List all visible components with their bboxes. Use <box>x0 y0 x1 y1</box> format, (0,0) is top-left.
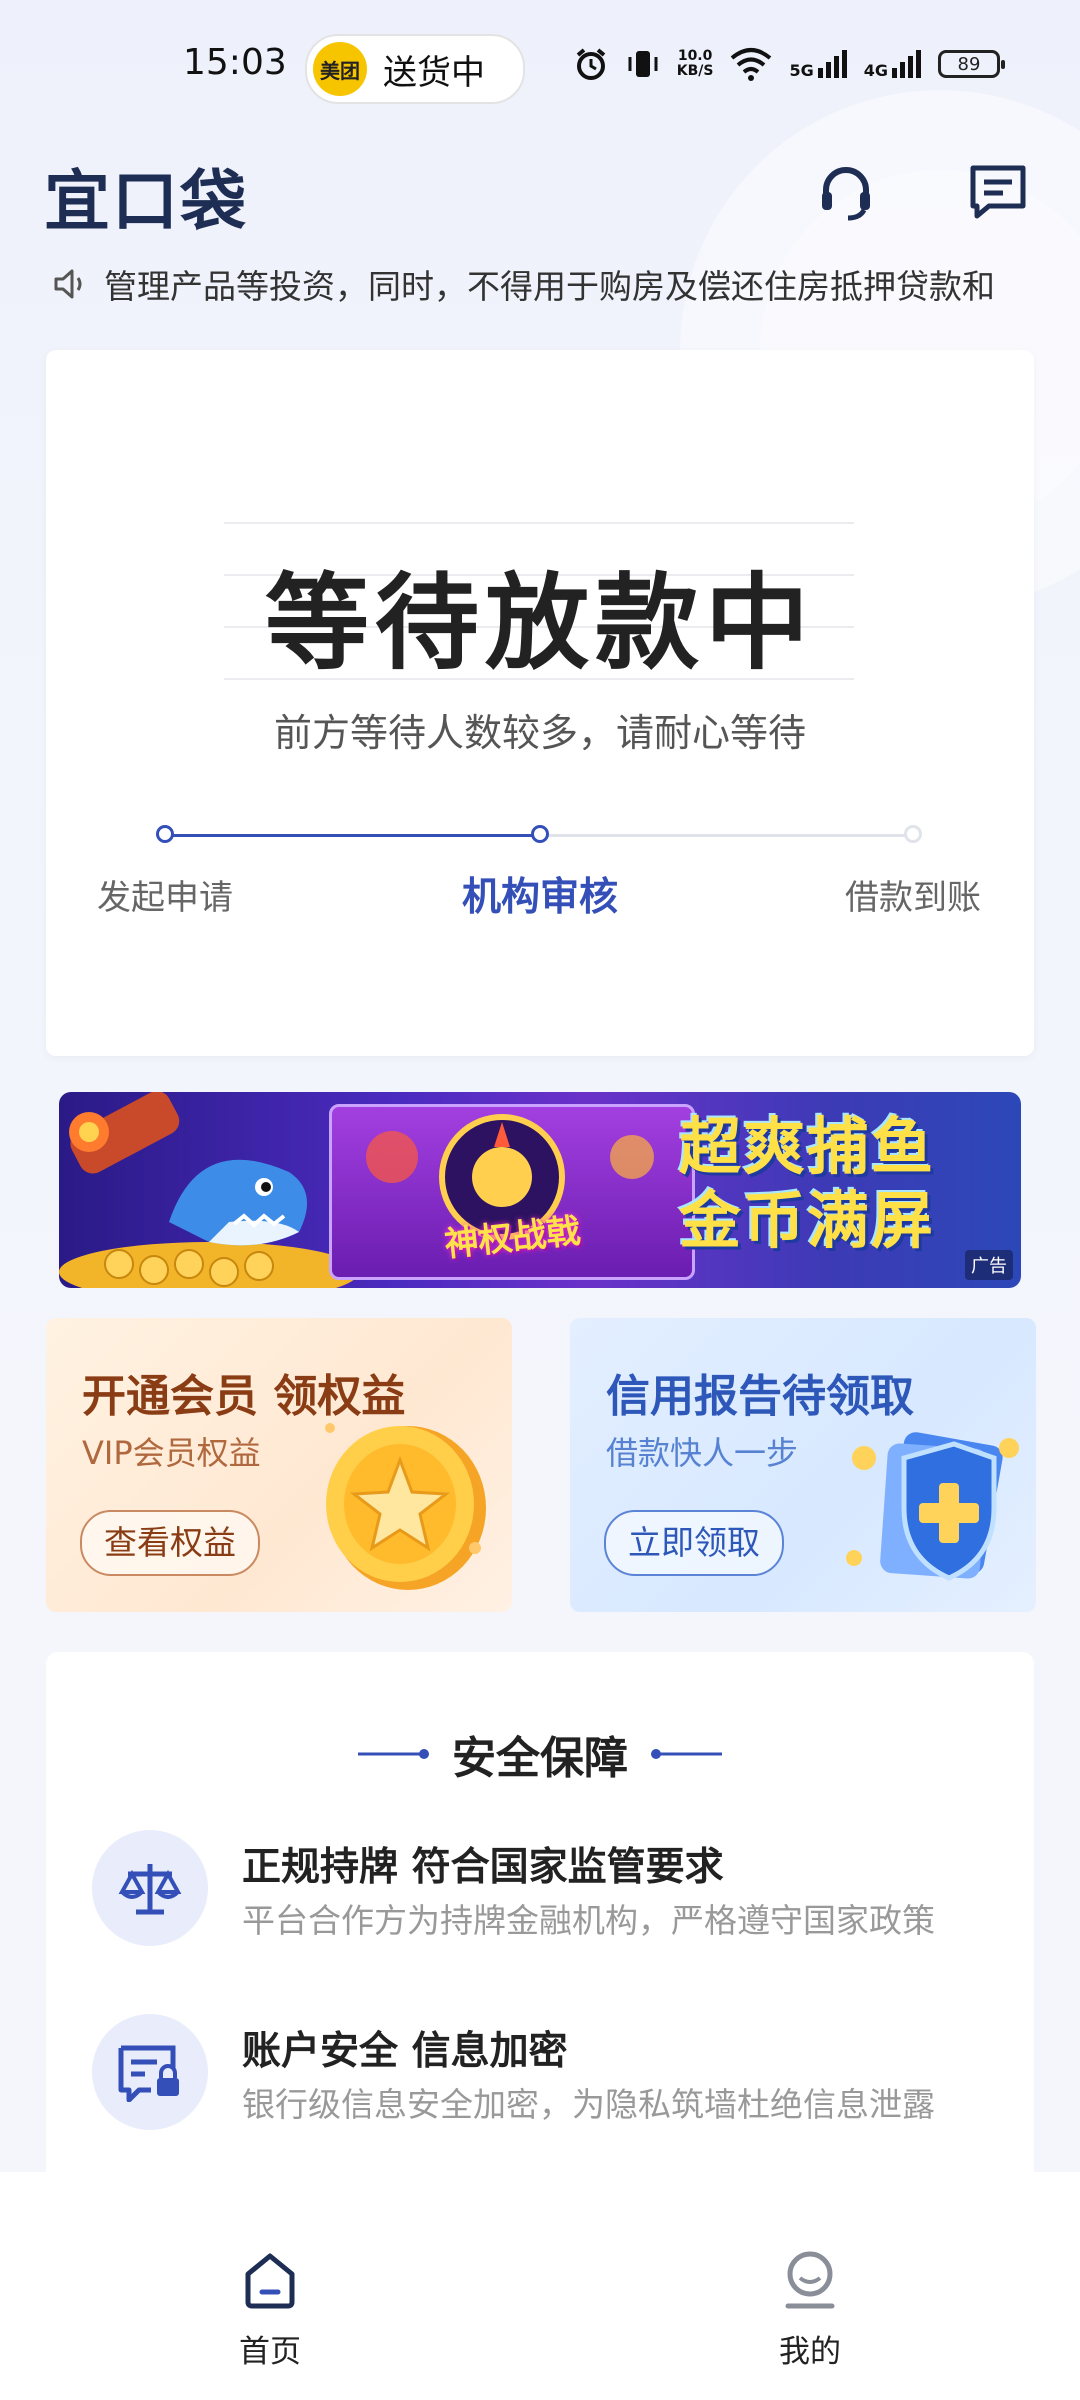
signal-5g-label: 5G <box>789 61 814 80</box>
ad-game-panel: 神权战戟 <box>329 1104 695 1280</box>
delivery-status-pill[interactable]: 美团 送货中 <box>305 34 525 104</box>
scale-icon <box>118 1864 182 1915</box>
security-item-licensed: 正规持牌 符合国家监管要求 平台合作方为持牌金融机构，严格遵守国家政策 <box>92 1830 992 1950</box>
customer-service-button[interactable] <box>814 160 878 224</box>
nav-profile-label: 我的 <box>779 2334 841 2370</box>
progress-dot-step-1 <box>156 825 174 843</box>
progress-dot-step-3 <box>904 825 922 843</box>
meituan-logo: 美团 <box>313 42 367 96</box>
progress-line-pending <box>540 834 913 837</box>
app-screen: 15:03 美团 送货中 10.0 KB/S 5G 4G 89 宜口袋 管理产品… <box>0 0 1080 2400</box>
network-speed-unit: KB/S <box>676 63 714 79</box>
home-icon <box>245 2253 295 2309</box>
ad-title-line-1: 超爽捕鱼 <box>679 1110 936 1183</box>
app-logo: 宜口袋 <box>44 163 248 240</box>
status-bar: 15:03 美团 送货中 10.0 KB/S 5G 4G 89 <box>0 0 1080 140</box>
speaker-icon <box>54 269 82 299</box>
security-title: 安全保障 <box>452 1733 628 1784</box>
loan-status-subtitle: 前方等待人数较多，请耐心等待 <box>273 711 806 755</box>
star-coin-icon <box>325 1423 486 1590</box>
security-header: 安全保障 <box>46 1724 1034 1784</box>
title-deco-left <box>358 1749 429 1759</box>
loan-status-card: 等待放款中 前方等待人数较多，请耐心等待 发起申请 机构审核 借款到账 <box>46 350 1034 1056</box>
loan-progress: 发起申请 机构审核 借款到账 <box>46 810 1034 930</box>
ad-title: 超爽捕鱼 金币满屏 <box>679 1110 935 1258</box>
title-deco-right <box>651 1749 722 1759</box>
ad-label: 广告 <box>965 1250 1013 1280</box>
network-speed-value: 10.0 <box>677 48 713 64</box>
secure-id-icon <box>118 2045 179 2102</box>
network-speed: 10.0 KB/S <box>677 49 714 79</box>
ad-banner[interactable]: 神权战戟 超爽捕鱼 金币满屏 广告 <box>59 1092 1021 1288</box>
secure-id-icon-wrap <box>92 2014 208 2130</box>
progress-dot-step-2 <box>531 825 549 843</box>
messages-button[interactable] <box>966 160 1030 224</box>
vip-promo-card[interactable]: 开通会员 领权益 VIP会员权益 查看权益 <box>46 1318 512 1612</box>
notice-text: 管理产品等投资，同时，不得用于购房及偿还住房抵押贷款和 <box>104 267 995 306</box>
security-item-desc: 平台合作方为持牌金融机构，严格遵守国家政策 <box>242 1901 935 1940</box>
battery-indicator: 89 <box>938 50 1005 78</box>
alarm-icon <box>576 48 606 80</box>
vip-promo-subtitle: VIP会员权益 <box>82 1434 261 1472</box>
ad-title-line-2: 金币满屏 <box>679 1184 936 1257</box>
delivery-status-text: 送货中 <box>383 52 485 93</box>
claim-report-button[interactable]: 立即领取 <box>604 1510 784 1576</box>
nav-profile[interactable]: 我的 <box>710 2250 910 2371</box>
status-time: 15:03 <box>183 42 287 83</box>
headset-icon <box>822 167 870 221</box>
loan-status-title: 等待放款中 <box>264 562 815 684</box>
security-item-encryption: 账户安全 信息加密 银行级信息安全加密，为隐私筑墙杜绝信息泄露 <box>92 2014 992 2134</box>
nav-home[interactable]: 首页 <box>170 2250 370 2371</box>
progress-step-apply: 发起申请 <box>97 878 233 918</box>
signal-bars-icon <box>892 50 921 78</box>
nav-home-label: 首页 <box>239 2334 301 2370</box>
security-item-desc: 银行级信息安全加密，为隐私筑墙杜绝信息泄露 <box>242 2085 935 2124</box>
header-actions <box>814 160 1030 224</box>
scale-icon-wrap <box>92 1830 208 1946</box>
progress-line-done <box>165 834 540 837</box>
signal-4g-label: 4G <box>863 61 888 80</box>
view-benefits-button[interactable]: 查看权益 <box>80 1510 260 1576</box>
progress-step-disbursed: 借款到账 <box>845 878 981 918</box>
signal-5g: 5G <box>789 48 847 80</box>
security-item-title: 正规持牌 符合国家监管要求 <box>242 1845 724 1890</box>
status-icons: 10.0 KB/S 5G 4G 89 <box>573 46 1005 82</box>
signal-bars-icon <box>817 50 847 78</box>
security-item-title: 账户安全 信息加密 <box>242 2029 568 2074</box>
credit-promo-subtitle: 借款快人一步 <box>606 1434 799 1472</box>
profile-icon <box>785 2251 835 2309</box>
wifi-icon <box>731 48 772 81</box>
signal-4g: 4G <box>864 48 922 80</box>
progress-step-review: 机构审核 <box>461 875 618 920</box>
credit-report-promo-card[interactable]: 信用报告待领取 借款快人一步 立即领取 <box>570 1318 1036 1612</box>
bottom-navigation: 首页 我的 <box>0 2172 1080 2400</box>
notice-bar[interactable]: 管理产品等投资，同时，不得用于购房及偿还住房抵押贷款和 <box>50 258 1034 310</box>
shield-icon <box>846 1432 1019 1581</box>
message-icon <box>970 165 1026 219</box>
vibrate-icon <box>628 51 658 77</box>
